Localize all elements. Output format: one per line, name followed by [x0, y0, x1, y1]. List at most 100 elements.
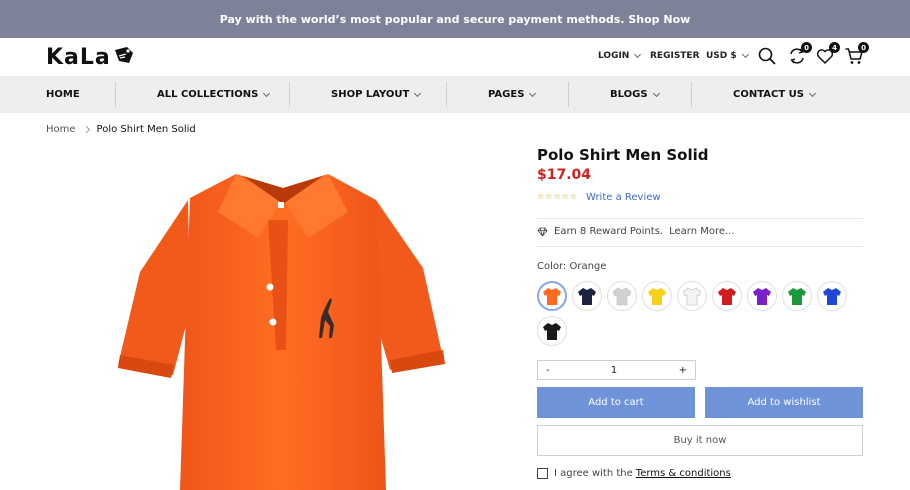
add-to-cart-button[interactable]: Add to cart: [537, 387, 695, 418]
color-swatch-red[interactable]: [712, 281, 742, 311]
color-label: Color: Orange: [537, 261, 607, 272]
shirt-icon: [543, 323, 561, 340]
currency-label: USD $: [706, 51, 737, 61]
chevron-down-icon: [634, 50, 642, 59]
reward-text: Earn 8 Reward Points.: [554, 226, 664, 237]
qty-plus-button[interactable]: +: [679, 365, 687, 376]
breadcrumb: Home Polo Shirt Men Solid: [46, 124, 196, 135]
nav-divider: [446, 82, 447, 107]
site-logo[interactable]: KaLa: [46, 43, 135, 71]
terms-checkbox[interactable]: [537, 468, 548, 479]
register-link[interactable]: REGISTER: [650, 51, 700, 61]
nav-item-label: BLOGS: [610, 89, 648, 100]
add-to-cart-label: Add to cart: [588, 397, 644, 408]
search-button[interactable]: [757, 46, 777, 66]
nav-item-label: PAGES: [488, 89, 525, 100]
product-image[interactable]: [118, 160, 448, 490]
nav-item-all-collections[interactable]: ALL COLLECTIONS: [157, 76, 271, 113]
nav-divider: [115, 82, 116, 107]
cart-count-badge: 0: [858, 42, 869, 53]
chevron-down-icon: [414, 89, 422, 97]
login-link[interactable]: LOGIN: [598, 50, 642, 61]
nav-item-contact-us[interactable]: CONTACT US: [733, 76, 817, 113]
wishlist-count-badge: 4: [829, 42, 840, 53]
color-swatch-purple[interactable]: [747, 281, 777, 311]
shirt-icon: [578, 288, 596, 305]
color-swatch-white[interactable]: [677, 281, 707, 311]
breadcrumb-home-link[interactable]: Home: [46, 124, 76, 135]
shirt-icon: [753, 288, 771, 305]
diamond-icon: [537, 227, 548, 236]
color-swatch-black[interactable]: [537, 316, 567, 346]
main-nav: HOME ALL COLLECTIONS SHOP LAYOUT PAGES B…: [0, 76, 910, 113]
currency-selector[interactable]: USD $: [706, 50, 749, 61]
logo-tag-icon: [114, 47, 133, 63]
star-empty-icon: ☆: [537, 192, 545, 201]
shirt-icon: [543, 288, 561, 305]
star-empty-icon: ☆: [561, 192, 569, 201]
reward-points: Earn 8 Reward Points. Learn More...: [537, 226, 735, 237]
cart-button[interactable]: 0: [844, 42, 869, 66]
product-price: $17.04: [537, 167, 592, 183]
chevron-down-icon: [652, 89, 660, 97]
chevron-down-icon: [529, 89, 537, 97]
divider: [537, 218, 863, 219]
nav-item-label: SHOP LAYOUT: [331, 89, 410, 100]
compare-count-badge: 0: [801, 42, 812, 53]
shirt-icon: [682, 287, 702, 306]
star-empty-icon: ☆: [545, 192, 553, 201]
nav-item-label: CONTACT US: [733, 89, 804, 100]
color-swatch-navy[interactable]: [572, 281, 602, 311]
buy-now-label: Buy it now: [673, 435, 727, 446]
compare-button[interactable]: 0: [787, 42, 812, 66]
rating-stars: ☆ ☆ ☆ ☆ ☆: [537, 192, 577, 202]
chevron-down-icon: [741, 50, 749, 59]
nav-item-label: HOME: [46, 89, 80, 100]
nav-item-shop-layout[interactable]: SHOP LAYOUT: [331, 76, 422, 113]
nav-item-home[interactable]: HOME: [46, 76, 80, 113]
chevron-down-icon: [808, 89, 817, 97]
write-review-link[interactable]: Write a Review: [586, 192, 661, 203]
logo-text: KaLa: [46, 44, 111, 70]
divider: [537, 246, 863, 247]
qty-minus-button[interactable]: -: [546, 365, 550, 376]
star-empty-icon: ☆: [553, 192, 561, 201]
chevron-down-icon: [263, 89, 271, 97]
add-to-wishlist-button[interactable]: Add to wishlist: [705, 387, 863, 418]
login-label: LOGIN: [598, 51, 630, 61]
color-swatch-blue[interactable]: [817, 281, 847, 311]
nav-item-blogs[interactable]: BLOGS: [610, 76, 660, 113]
nav-divider: [568, 82, 569, 107]
chevron-right-icon: [82, 125, 90, 134]
announcement-bar[interactable]: Pay with the world’s most popular and se…: [0, 0, 910, 38]
shirt-icon: [718, 288, 736, 305]
quantity-stepper: - 1 +: [537, 360, 696, 380]
agree-text: I agree with the: [554, 468, 633, 479]
color-swatch-light-gray[interactable]: [607, 281, 637, 311]
wishlist-button[interactable]: 4: [815, 42, 840, 66]
nav-item-pages[interactable]: PAGES: [488, 76, 537, 113]
nav-divider: [691, 82, 692, 107]
register-label: REGISTER: [650, 51, 700, 61]
buy-now-button[interactable]: Buy it now: [537, 425, 863, 456]
learn-more-link[interactable]: Learn More...: [669, 226, 734, 237]
shirt-icon: [612, 287, 632, 306]
add-to-wishlist-label: Add to wishlist: [747, 397, 821, 408]
nav-divider: [289, 82, 290, 107]
site-header: KaLa LOGIN REGISTER USD $ 0 4 0: [0, 38, 910, 76]
nav-item-label: ALL COLLECTIONS: [157, 89, 259, 100]
shirt-icon: [788, 288, 806, 305]
color-swatch-yellow[interactable]: [642, 281, 672, 311]
product-title: Polo Shirt Men Solid: [537, 146, 709, 164]
terms-link[interactable]: Terms & conditions: [636, 468, 731, 479]
shirt-icon: [823, 288, 841, 305]
color-swatch-orange[interactable]: [537, 281, 567, 311]
star-empty-icon: ☆: [569, 192, 577, 201]
breadcrumb-current: Polo Shirt Men Solid: [96, 124, 196, 135]
qty-input[interactable]: 1: [611, 365, 617, 376]
color-swatch-green[interactable]: [782, 281, 812, 311]
shirt-icon: [648, 288, 666, 305]
terms-agreement: I agree with the Terms & conditions: [537, 468, 731, 479]
search-icon: [758, 47, 776, 65]
announcement-text[interactable]: Pay with the world’s most popular and se…: [220, 13, 691, 26]
